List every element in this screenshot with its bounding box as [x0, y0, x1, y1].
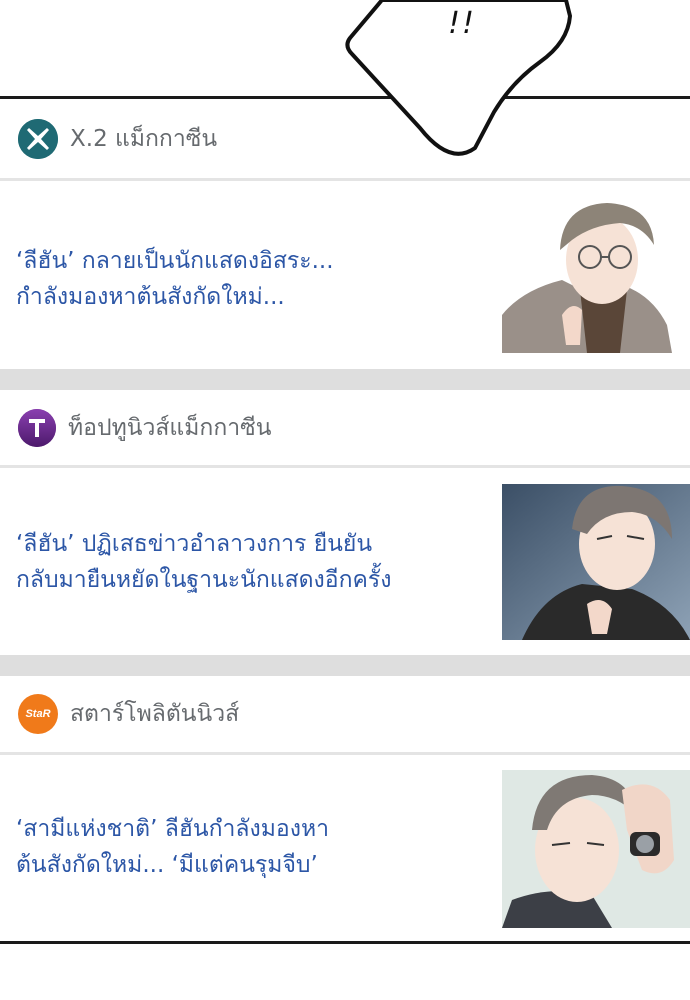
news-thumbnail [502, 195, 690, 353]
source-row-x2[interactable]: X.2 แม็กกาซีน [0, 99, 690, 178]
character-portrait-glasses [502, 195, 690, 353]
news-thumbnail [502, 484, 690, 640]
headline-line-2: กำลังมองหาต้นสังกัดใหม่... [16, 284, 285, 310]
headline-line-1: ‘ลีฮัน’ ปฏิเสธข่าวอำลาวงการ ยืนยัน [16, 531, 373, 557]
next-panel-area [0, 944, 690, 1000]
headline-line-1: ‘ลีฮัน’ กลายเป็นนักแสดงอิสระ... [16, 248, 334, 274]
news-headline[interactable]: ‘สามีแห่งชาติ’ ลีฮันกำลังมองหา ต้นสังกัด… [16, 811, 486, 883]
news-item-3[interactable]: ‘สามีแห่งชาติ’ ลีฮันกำลังมองหา ต้นสังกัด… [0, 755, 690, 941]
bubble-text: !! [448, 6, 477, 41]
headline-line-2: กลับมายืนหยัดในฐานะนักแสดงอีกครั้ง [16, 567, 392, 593]
news-item-2[interactable]: ‘ลีฮัน’ ปฏิเสธข่าวอำลาวงการ ยืนยัน กลับม… [0, 468, 690, 655]
toptoon-logo [18, 408, 56, 447]
x2-logo [18, 118, 58, 159]
previous-panel-area [0, 0, 690, 97]
source-name: ท็อปทูนิวส์แม็กกาซีน [68, 414, 272, 441]
headline-line-1: ‘สามีแห่งชาติ’ ลีฮันกำลังมองหา [16, 816, 330, 842]
character-portrait-dark [502, 484, 690, 640]
star-logo-text: StaR [25, 708, 51, 720]
news-thumbnail [502, 770, 690, 928]
source-row-toptoon[interactable]: ท็อปทูนิวส์แม็กกาซีน [0, 390, 690, 465]
news-headline[interactable]: ‘ลีฮัน’ ปฏิเสธข่าวอำลาวงการ ยืนยัน กลับม… [16, 526, 486, 598]
t-icon [18, 408, 56, 447]
source-name: X.2 แม็กกาซีน [70, 125, 218, 152]
x-icon [18, 118, 58, 159]
source-name: สตาร์โพลิตันนิวส์ [70, 701, 240, 727]
news-item-1[interactable]: ‘ลีฮัน’ กลายเป็นนักแสดงอิสระ... กำลังมอง… [0, 181, 690, 369]
section-gap [0, 655, 690, 676]
star-logo: StaR [18, 694, 58, 734]
news-headline[interactable]: ‘ลีฮัน’ กลายเป็นนักแสดงอิสระ... กำลังมอง… [16, 243, 486, 315]
section-gap [0, 369, 690, 390]
source-row-starpolitan[interactable]: StaR สตาร์โพลิตันนิวส์ [0, 676, 690, 752]
character-portrait-watch [502, 770, 690, 928]
headline-line-2: ต้นสังกัดใหม่... ‘มีแต่คนรุมจีบ’ [16, 852, 318, 878]
